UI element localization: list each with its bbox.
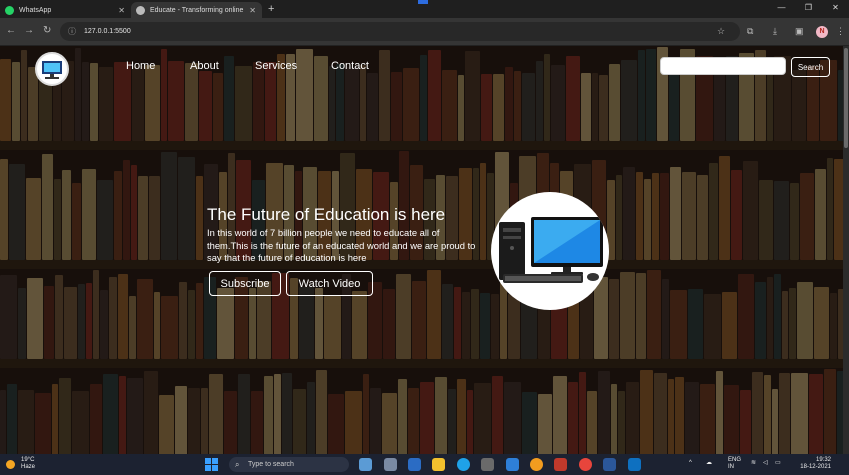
site-info-icon[interactable]: ⓘ: [68, 26, 76, 37]
hero-section: The Future of Education is here In this …: [207, 204, 477, 265]
url-bar[interactable]: ⓘ: [60, 22, 740, 41]
search-button[interactable]: Search: [791, 57, 830, 77]
lang-top: ENG: [728, 457, 742, 463]
subscribe-button[interactable]: Subscribe: [209, 271, 281, 296]
weather-temp: 19°C: [21, 457, 35, 463]
word-icon[interactable]: [603, 458, 616, 471]
sun-icon: [6, 460, 15, 469]
restore-icon[interactable]: ❐: [795, 0, 822, 18]
web-page: Home About Services Contact Search The F…: [0, 46, 849, 454]
battery-icon[interactable]: ▭: [775, 460, 781, 467]
page-scrollbar[interactable]: [843, 46, 849, 454]
language-indicator[interactable]: ENG IN: [728, 457, 741, 471]
clock-date: 18-12-2021: [800, 464, 831, 470]
address-toolbar: ← → ↻ ⓘ ☆ ⧉ ⤓ ▣ N ⋮: [0, 18, 849, 46]
search-icon: ⌕: [235, 460, 240, 469]
download-icon[interactable]: ⤓: [773, 26, 777, 37]
tab-label: WhatsApp: [19, 6, 52, 14]
close-icon[interactable]: ✕: [249, 6, 256, 15]
app-icon[interactable]: [506, 458, 519, 471]
tab-label: Educate - Transforming online: [150, 6, 244, 14]
tab-whatsapp[interactable]: WhatsApp ✕: [0, 2, 131, 18]
site-logo[interactable]: [35, 52, 69, 86]
nav-contact[interactable]: Contact: [331, 60, 369, 72]
hero-title: The Future of Education is here: [207, 205, 446, 224]
site-navbar: Home About Services Contact Search: [0, 46, 843, 90]
chrome-icon[interactable]: [579, 458, 592, 471]
whatsapp-icon: [5, 5, 14, 15]
chat-icon[interactable]: [384, 458, 397, 471]
store-icon[interactable]: [481, 458, 494, 471]
weather-desc: Haze: [21, 464, 36, 470]
app-icon[interactable]: [554, 458, 567, 471]
edge-icon[interactable]: [457, 458, 470, 471]
widgets-icon[interactable]: [408, 458, 421, 471]
vscode-icon[interactable]: [628, 458, 641, 471]
lang-bottom: IN: [728, 464, 734, 470]
windows-start-icon[interactable]: [205, 458, 218, 471]
search-input[interactable]: [660, 57, 786, 75]
scrollbar-thumb[interactable]: [844, 48, 848, 148]
task-view-icon[interactable]: [359, 458, 372, 471]
nav-about[interactable]: About: [190, 60, 219, 72]
minimize-icon[interactable]: —: [768, 0, 795, 18]
hero-computer-image: [491, 192, 609, 310]
taskbar-search[interactable]: ⌕ Type to search: [229, 457, 349, 472]
new-tab-button[interactable]: +: [268, 2, 274, 18]
bookmark-star-icon[interactable]: ☆: [717, 26, 725, 37]
hero-text: In this world of 7 billion people we nee…: [207, 227, 476, 263]
url-input[interactable]: [84, 28, 584, 35]
tab-educate[interactable]: Educate - Transforming online ✕: [131, 2, 262, 18]
file-explorer-icon[interactable]: [432, 458, 445, 471]
volume-icon[interactable]: ◁: [763, 460, 768, 467]
clock[interactable]: 19:32 18-12-2021: [795, 457, 831, 471]
clock-time: 19:32: [815, 457, 831, 463]
desktop-computer-icon: [499, 217, 603, 283]
globe-icon: [136, 5, 145, 15]
sidebar-icon[interactable]: ▣: [795, 26, 804, 37]
taskbar-search-placeholder: Type to search: [248, 461, 294, 468]
close-icon[interactable]: ✕: [118, 6, 125, 15]
window-indicator-icon: [418, 0, 428, 4]
watch-video-button[interactable]: Watch Video: [286, 271, 373, 296]
close-window-icon[interactable]: ✕: [822, 0, 849, 18]
app-icon[interactable]: [530, 458, 543, 471]
forward-icon[interactable]: →: [24, 25, 34, 36]
nav-home[interactable]: Home: [126, 60, 155, 72]
cloud-icon[interactable]: ☁: [706, 460, 712, 467]
computer-icon: [42, 61, 62, 79]
profile-avatar[interactable]: N: [816, 26, 828, 38]
menu-icon[interactable]: ⋮: [836, 26, 845, 37]
back-icon[interactable]: ←: [6, 25, 16, 36]
window-controls: — ❐ ✕: [768, 0, 849, 18]
tray-chevron-icon[interactable]: ^: [689, 460, 692, 467]
reload-icon[interactable]: ↻: [43, 25, 51, 36]
extensions-icon[interactable]: ⧉: [747, 26, 753, 37]
nav-services[interactable]: Services: [255, 60, 297, 72]
wifi-icon[interactable]: ≋: [751, 460, 756, 467]
os-taskbar: 19°C Haze ⌕ Type to search ^ ☁ ENG IN ≋ …: [0, 454, 849, 475]
